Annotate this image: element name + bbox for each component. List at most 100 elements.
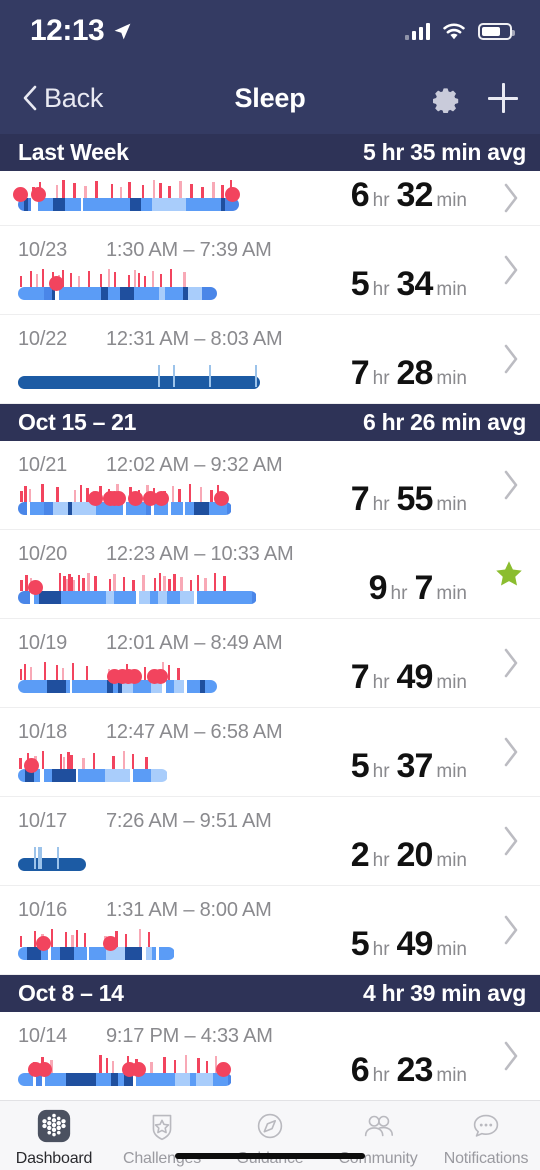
duration-hours: 7 — [350, 480, 370, 518]
duration-minutes-unit: min — [436, 672, 467, 693]
sleep-bar-wrap — [18, 926, 374, 960]
row-time-range: 12:02 AM – 9:32 AM — [106, 453, 283, 476]
sleep-log-row[interactable]: 10/23 1:30 AM – 7:39 AM 5 hr 34 min — [0, 226, 540, 315]
section-average: 5 hr 35 min avg — [363, 139, 526, 165]
duration-minutes-unit: min — [436, 279, 467, 300]
sleep-bar-wrap — [18, 481, 374, 515]
duration-hours: 5 — [350, 265, 370, 303]
row-time-range: 12:01 AM – 8:49 AM — [106, 631, 283, 654]
duration-hours: 5 — [350, 925, 370, 963]
chevron-right-icon[interactable] — [503, 183, 520, 213]
sleep-log-row[interactable]: 10/18 12:47 AM – 6:58 AM 5 hr 37 min — [0, 708, 540, 797]
row-date: 10/22 — [18, 327, 68, 350]
section-header: Oct 8 – 14 4 hr 39 min avg — [0, 975, 540, 1012]
chevron-right-icon[interactable] — [503, 826, 520, 856]
row-date: 10/14 — [18, 1024, 68, 1047]
tab-bar: DashboardChallengesGuidanceCommunityNoti… — [0, 1100, 540, 1170]
status-bar-clock: 12:13 — [30, 14, 105, 47]
chevron-right-icon[interactable] — [503, 648, 520, 678]
sleep-log-row[interactable]: 10/17 7:26 AM – 9:51 AM 2 hr 20 min — [0, 797, 540, 886]
duration-hours: 9 — [368, 569, 388, 607]
duration-hours: 6 — [350, 176, 370, 214]
sleep-awake-dots — [13, 180, 241, 202]
sleep-restless-ticks — [18, 845, 86, 871]
row-time-range: 12:31 AM – 8:03 AM — [106, 327, 283, 350]
row-time-range: 12:23 AM – 10:33 AM — [106, 542, 294, 565]
duration-minutes: 32 — [396, 176, 434, 214]
sleep-awake-dots — [18, 662, 217, 684]
chevron-right-icon[interactable] — [503, 255, 520, 285]
sleep-bar-wrap — [18, 570, 374, 604]
sleep-bar-wrap — [13, 177, 374, 211]
section-average: 4 hr 39 min avg — [363, 980, 526, 1006]
chevron-right-icon[interactable] — [503, 915, 520, 945]
row-meta: 10/14 9:17 PM – 4:33 AM — [18, 1012, 540, 1047]
duration-hours: 6 — [350, 1051, 370, 1089]
duration-minutes: 23 — [396, 1051, 434, 1089]
sleep-duration: 5 hr 37 min — [351, 747, 474, 786]
row-time-range: 7:26 AM – 9:51 AM — [106, 809, 272, 832]
gear-icon[interactable] — [430, 83, 460, 113]
row-time-range: 12:47 AM – 6:58 AM — [106, 720, 283, 743]
location-arrow-icon — [114, 23, 131, 39]
row-meta: 10/21 12:02 AM – 9:32 AM — [18, 441, 540, 476]
sleep-goal-star-icon — [496, 561, 522, 586]
status-bar-right — [404, 22, 515, 41]
cellular-signal-icon — [404, 22, 430, 40]
duration-minutes-unit: min — [436, 190, 467, 211]
sleep-log-row[interactable]: 10/14 9:17 PM – 4:33 AM 6 hr 23 min — [0, 1012, 540, 1100]
duration-hours-unit: hr — [372, 672, 390, 693]
duration-minutes: 37 — [396, 747, 434, 785]
battery-icon — [478, 22, 515, 40]
sleep-awake-dots — [18, 573, 257, 595]
section-average: 6 hr 26 min avg — [363, 409, 526, 435]
status-bar: 12:13 — [0, 0, 540, 62]
sleep-awake-dots — [18, 269, 217, 291]
section-title: Oct 8 – 14 — [18, 980, 124, 1006]
compass-icon — [257, 1113, 283, 1139]
add-button[interactable] — [488, 83, 518, 113]
sleep-bar-wrap — [18, 659, 374, 693]
sleep-duration: 9 hr 7 min — [369, 569, 474, 608]
chevron-right-icon[interactable] — [503, 1041, 520, 1071]
sleep-log-row[interactable]: 10/19 12:01 AM – 8:49 AM 7 hr 49 min — [0, 619, 540, 708]
duration-minutes: 55 — [396, 480, 434, 518]
duration-minutes-unit: min — [436, 583, 467, 604]
row-date: 10/16 — [18, 898, 68, 921]
sleep-log-row[interactable]: 10/20 12:23 AM – 10:33 AM 9 hr 7 min — [0, 530, 540, 619]
sleep-awake-dots — [18, 929, 175, 951]
row-date: 10/20 — [18, 542, 68, 565]
sleep-restless-ticks — [18, 363, 260, 389]
tab-label: Dashboard — [15, 1150, 93, 1167]
back-button[interactable]: Back — [22, 83, 103, 114]
tab-notifications[interactable]: Notifications — [432, 1107, 540, 1168]
duration-hours-unit: hr — [372, 494, 390, 515]
duration-minutes: 49 — [396, 658, 434, 696]
chevron-right-icon[interactable] — [503, 344, 520, 374]
duration-minutes-unit: min — [436, 850, 467, 871]
sleep-bar-wrap — [18, 748, 374, 782]
row-date: 10/23 — [18, 238, 68, 261]
chevron-right-icon[interactable] — [503, 470, 520, 500]
sleep-log-row[interactable]: 10/21 12:02 AM – 9:32 AM 7 hr 55 min — [0, 441, 540, 530]
duration-minutes: 28 — [396, 354, 434, 392]
duration-hours-unit: hr — [372, 761, 390, 782]
sleep-awake-dots — [18, 1055, 232, 1077]
duration-hours: 2 — [350, 836, 370, 874]
nav-actions — [430, 83, 518, 113]
sleep-bar-wrap — [18, 1052, 374, 1086]
tab-dashboard[interactable]: Dashboard — [0, 1107, 108, 1168]
sleep-log-list[interactable]: Last Week 5 hr 35 min avg 6 hr 32 min 10/23 1:3… — [0, 134, 540, 1100]
sleep-log-row[interactable]: 10/22 12:31 AM – 8:03 AM 7 hr 28 min — [0, 315, 540, 404]
sleep-log-row[interactable]: 6 hr 32 min — [0, 171, 540, 226]
section-title: Oct 15 – 21 — [18, 409, 137, 435]
chevron-right-icon[interactable] — [503, 737, 520, 767]
sleep-duration: 7 hr 28 min — [351, 354, 474, 393]
row-date: 10/19 — [18, 631, 68, 654]
row-time-range: 1:30 AM – 7:39 AM — [106, 238, 272, 261]
row-meta: 10/16 1:31 AM – 8:00 AM — [18, 886, 540, 921]
duration-hours-unit: hr — [372, 368, 390, 389]
sleep-awake-dots — [18, 751, 168, 773]
duration-minutes-unit: min — [436, 1065, 467, 1086]
sleep-log-row[interactable]: 10/16 1:31 AM – 8:00 AM 5 hr 49 min — [0, 886, 540, 975]
